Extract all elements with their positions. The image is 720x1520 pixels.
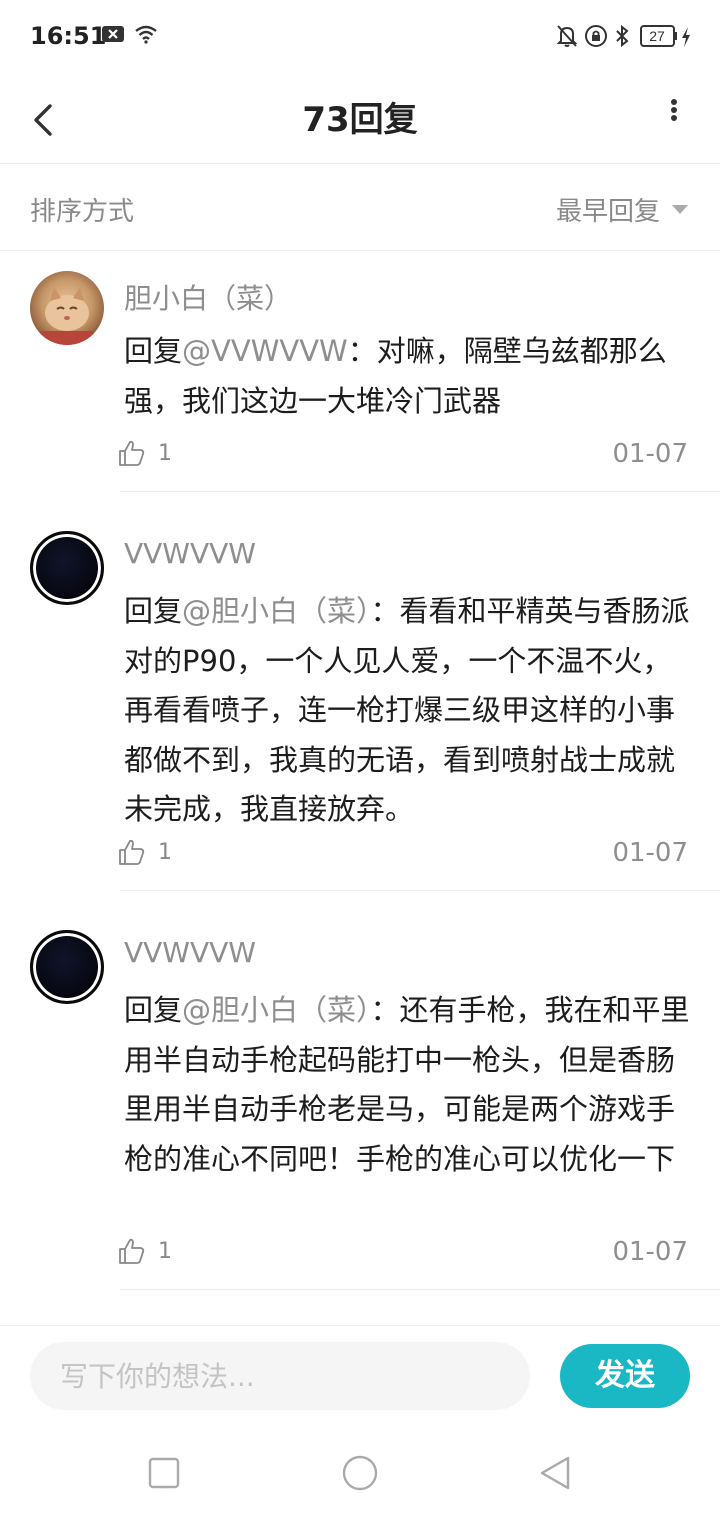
lock-rotation-icon: [584, 24, 608, 52]
reply-prefix: 回复: [124, 993, 183, 1027]
reply-date: 01-07: [612, 838, 688, 868]
username[interactable]: VVWVVW: [124, 537, 256, 570]
close-box-icon: [102, 24, 124, 48]
send-button[interactable]: 发送: [560, 1344, 690, 1408]
divider: [120, 1289, 720, 1290]
page-title: 73回复: [302, 100, 418, 140]
like-button[interactable]: 1: [118, 1237, 172, 1265]
sort-dropdown[interactable]: 最早回复: [556, 191, 688, 227]
reply-prefix: 回复: [124, 334, 183, 368]
like-button[interactable]: 1: [118, 838, 172, 866]
system-nav-bar: [0, 1425, 720, 1520]
battery-level: 27: [649, 28, 665, 44]
avatar[interactable]: [30, 531, 104, 605]
username[interactable]: 胆小白（菜）: [124, 277, 292, 317]
comment-input[interactable]: [30, 1342, 530, 1410]
reply-text: 回复@VVWVVW：对嘛，隔壁乌兹都那么强，我们这边一大堆冷门武器: [124, 327, 690, 426]
more-button[interactable]: [662, 96, 686, 144]
mention-link[interactable]: @胆小白（菜）: [182, 993, 371, 1027]
home-button[interactable]: [336, 1449, 384, 1497]
back-triangle-icon: [540, 1456, 570, 1490]
cat-avatar-image: [40, 287, 94, 345]
sort-label: 排序方式: [30, 197, 135, 227]
divider: [120, 491, 720, 492]
reply-text: 回复@胆小白（菜）：看看和平精英与香肠派对的P90，一个人见人爱，一个不温不火，…: [124, 587, 690, 835]
sort-bar: 排序方式 最早回复: [0, 165, 720, 251]
divider: [120, 890, 720, 891]
bell-off-icon: [556, 24, 578, 52]
bluetooth-icon: [614, 24, 630, 52]
reply-content: ：看看和平精英与香肠派对的P90，一个人见人爱，一个不温不火，再看看喷子，连一枪…: [124, 594, 690, 826]
sort-value: 最早回复: [555, 196, 660, 227]
thumbs-up-icon: [119, 440, 145, 466]
recents-button[interactable]: [140, 1449, 188, 1497]
avatar[interactable]: [30, 930, 104, 1004]
avatar[interactable]: [30, 271, 104, 345]
charging-icon: [680, 26, 692, 52]
reply-date: 01-07: [612, 1237, 688, 1267]
top-bar: 73回复: [0, 76, 720, 164]
status-bar: 16:51 27: [0, 0, 720, 76]
wifi-icon: [134, 24, 158, 48]
comment-composer: 发送: [0, 1325, 720, 1425]
like-button[interactable]: 1: [118, 439, 172, 467]
like-count: 1: [158, 1238, 172, 1264]
thumbs-up-icon: [119, 839, 145, 865]
battery-icon: 27: [640, 25, 678, 51]
mention-link[interactable]: @VVWVVW: [182, 334, 348, 368]
recents-square-icon: [148, 1457, 180, 1489]
reply-prefix: 回复: [124, 594, 183, 628]
thumbs-up-icon: [119, 1238, 145, 1264]
home-circle-icon: [342, 1455, 378, 1491]
like-count: 1: [158, 440, 172, 466]
reply-text: 回复@胆小白（菜）：还有手枪，我在和平里用半自动手枪起码能打中一枪头，但是香肠里…: [124, 986, 690, 1184]
caret-down-icon: [672, 204, 688, 214]
reply-date: 01-07: [612, 439, 688, 469]
status-time: 16:51: [30, 22, 107, 50]
more-vertical-icon: [671, 99, 677, 121]
username[interactable]: VVWVVW: [124, 936, 256, 969]
nav-back-button[interactable]: [532, 1449, 580, 1497]
mention-link[interactable]: @胆小白（菜）: [182, 594, 371, 628]
like-count: 1: [158, 839, 172, 865]
